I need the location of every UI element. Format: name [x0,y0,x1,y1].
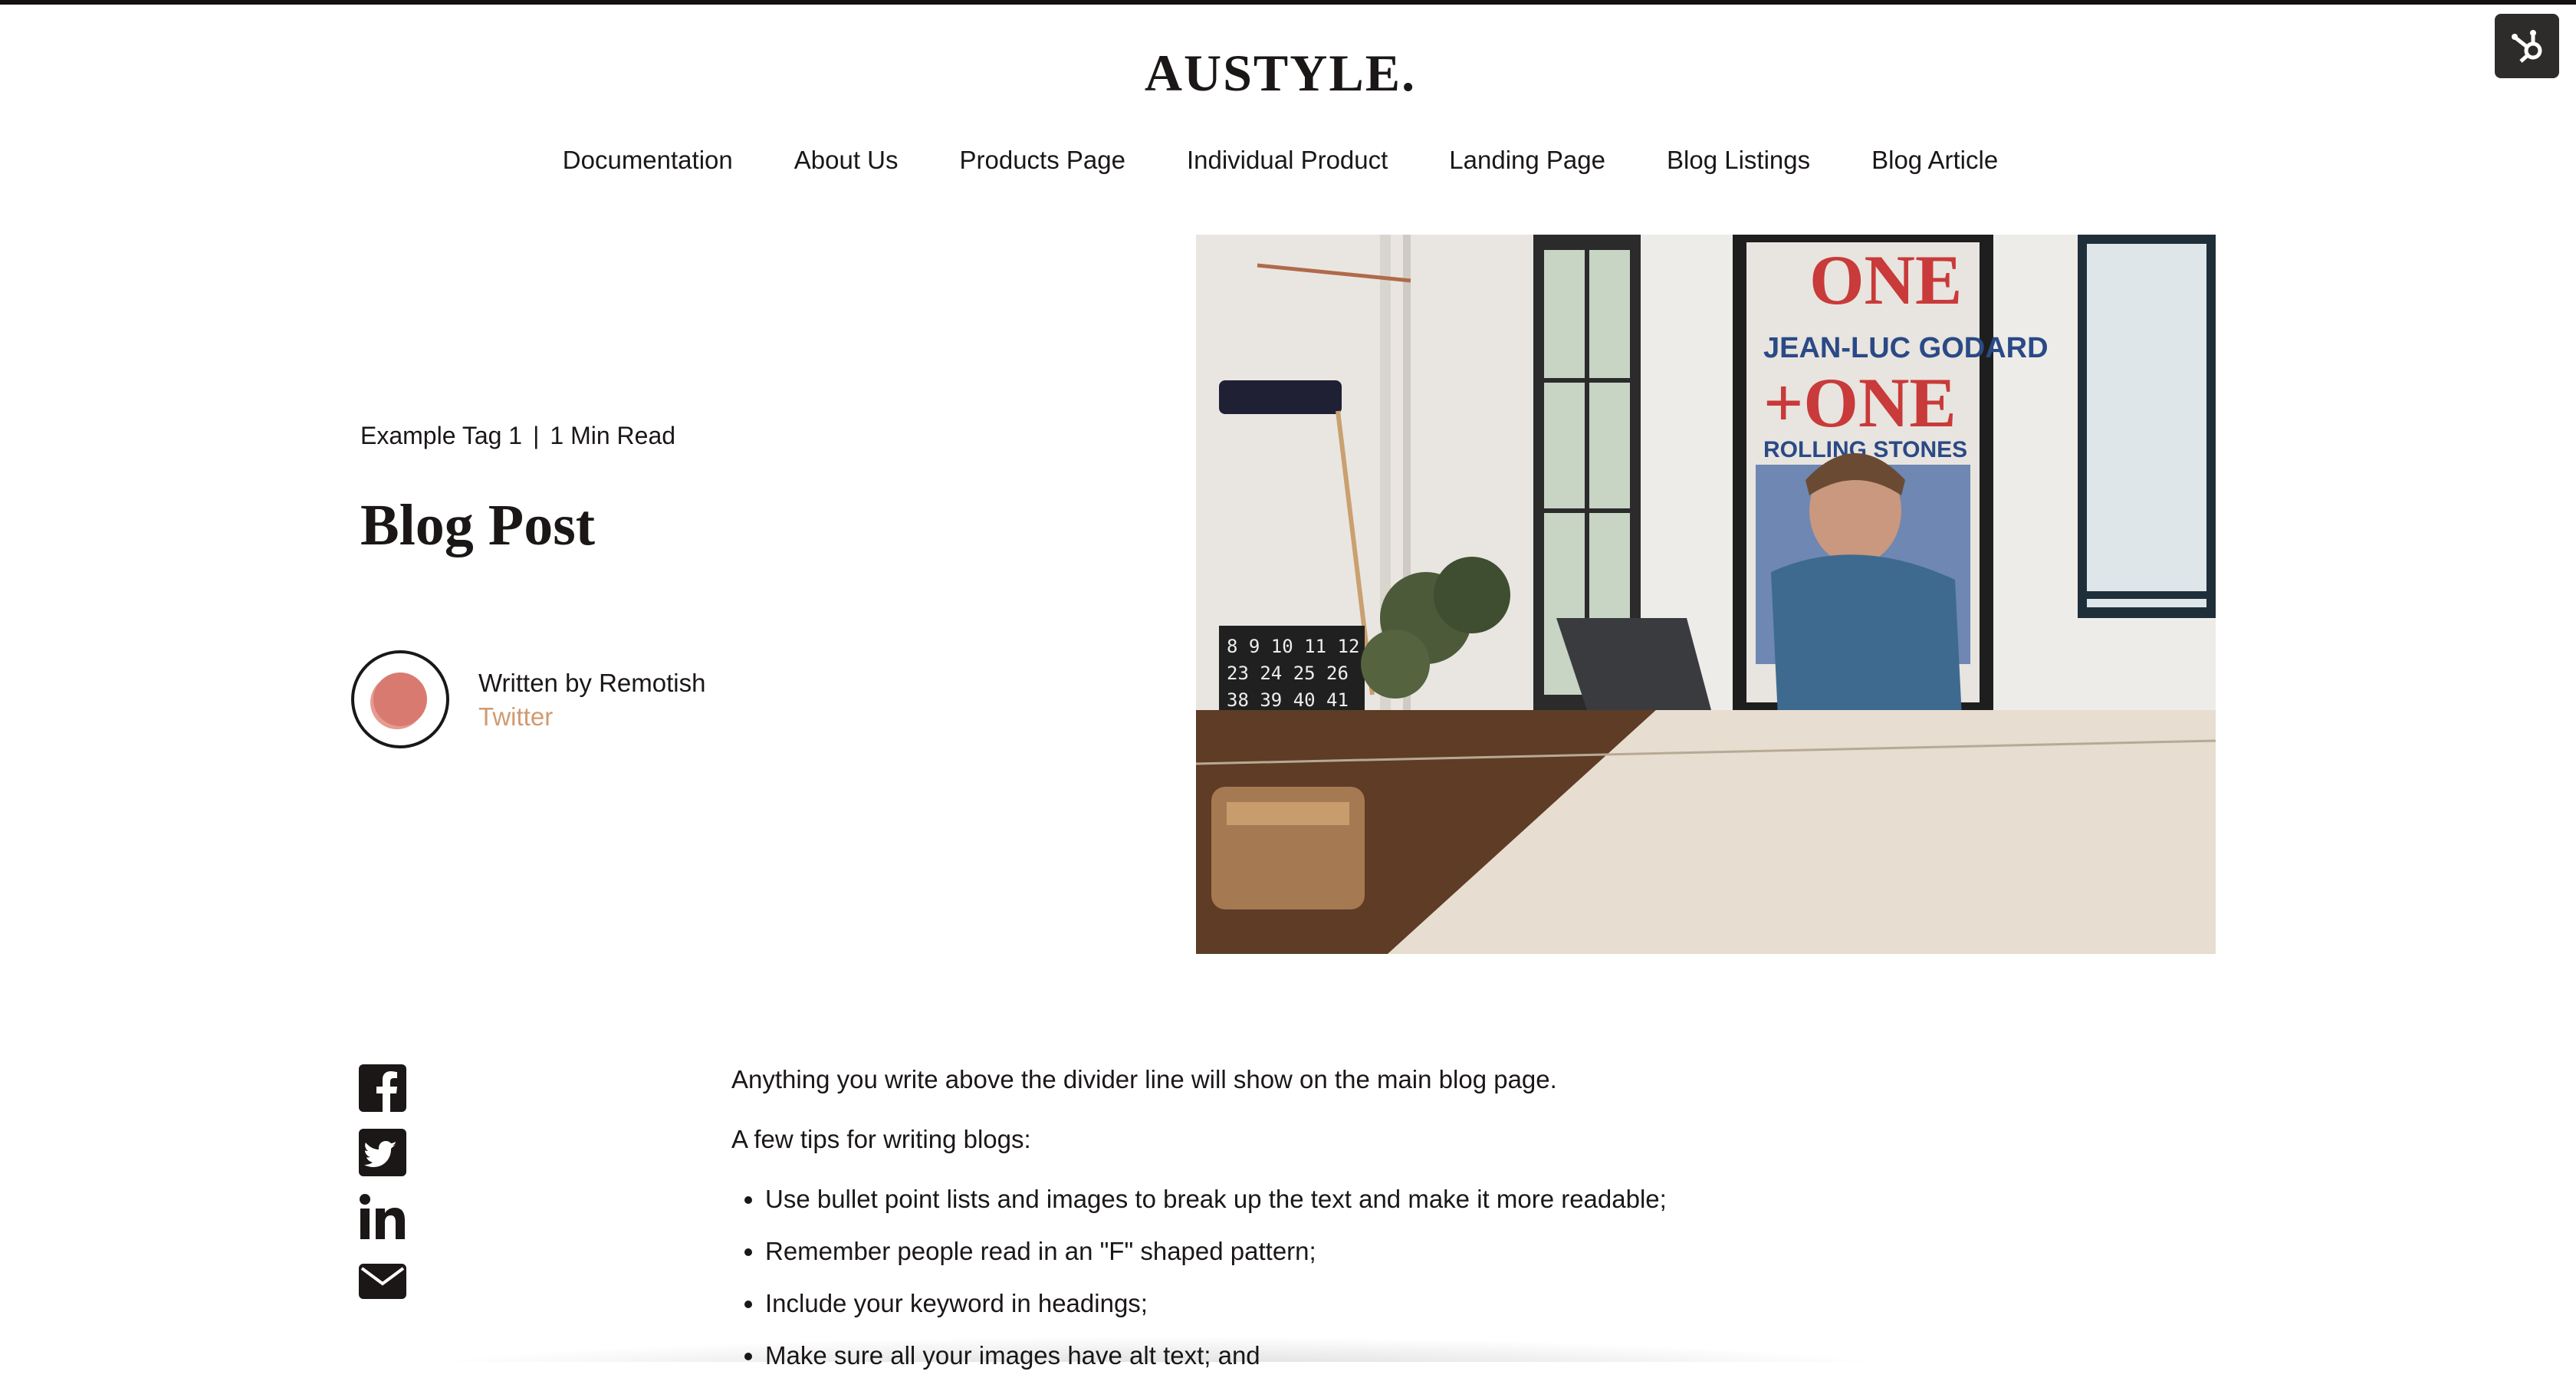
author-name: Written by Remotish [478,669,706,697]
list-item: Use bullet point lists and images to bre… [765,1182,1958,1216]
tips-heading: A few tips for writing blogs: [731,1125,1031,1153]
facebook-icon[interactable] [359,1064,406,1112]
read-time: 1 Min Read [550,422,676,449]
top-border [0,0,2576,5]
nav-products-page[interactable]: Products Page [960,146,1125,175]
hubspot-sprocket-icon[interactable] [2495,14,2559,78]
body-intro: Anything you write above the divider lin… [731,1065,1557,1093]
svg-text:38 39 40 41: 38 39 40 41 [1227,689,1349,711]
svg-text:8 9 10 11 12: 8 9 10 11 12 [1227,636,1359,657]
post-meta: Example Tag 1 | 1 Min Read [360,422,675,450]
svg-text:ONE: ONE [1809,241,1962,319]
hero-image: ONE JEAN-LUC GODARD +ONE ROLLING STONES … [1196,235,2216,954]
nav-documentation[interactable]: Documentation [563,146,733,175]
avatar-dot [373,672,427,726]
site-logo[interactable]: AUSTYLE. [0,43,2561,104]
main-nav: Documentation About Us Products Page Ind… [0,146,2561,175]
tips-list: Use bullet point lists and images to bre… [731,1182,1958,1373]
share-icons [359,1064,406,1305]
author-avatar [351,650,449,748]
email-icon[interactable] [359,1258,406,1305]
svg-text:23 24 25 26: 23 24 25 26 [1227,663,1349,684]
list-item: Make sure all your images have alt text;… [765,1339,1958,1373]
list-item: Include your keyword in headings; [765,1287,1958,1320]
nav-individual-product[interactable]: Individual Product [1187,146,1388,175]
post-body: Anything you write above the divider lin… [731,1063,1958,1391]
svg-text:+ONE: +ONE [1763,363,1957,442]
meta-separator: | [533,422,540,449]
twitter-icon[interactable] [359,1129,406,1176]
post-title: Blog Post [360,493,596,557]
svg-text:JEAN-LUC GODARD: JEAN-LUC GODARD [1763,332,2049,364]
author-twitter-link[interactable]: Twitter [478,702,553,732]
nav-blog-listings[interactable]: Blog Listings [1667,146,1810,175]
nav-blog-article[interactable]: Blog Article [1871,146,1998,175]
nav-about-us[interactable]: About Us [794,146,899,175]
hero-photo-illustration: ONE JEAN-LUC GODARD +ONE ROLLING STONES … [1196,235,2216,954]
nav-landing-page[interactable]: Landing Page [1449,146,1605,175]
list-item: Remember people read in an "F" shaped pa… [765,1235,1958,1268]
post-tag[interactable]: Example Tag 1 [360,422,522,449]
linkedin-icon[interactable] [359,1193,406,1241]
